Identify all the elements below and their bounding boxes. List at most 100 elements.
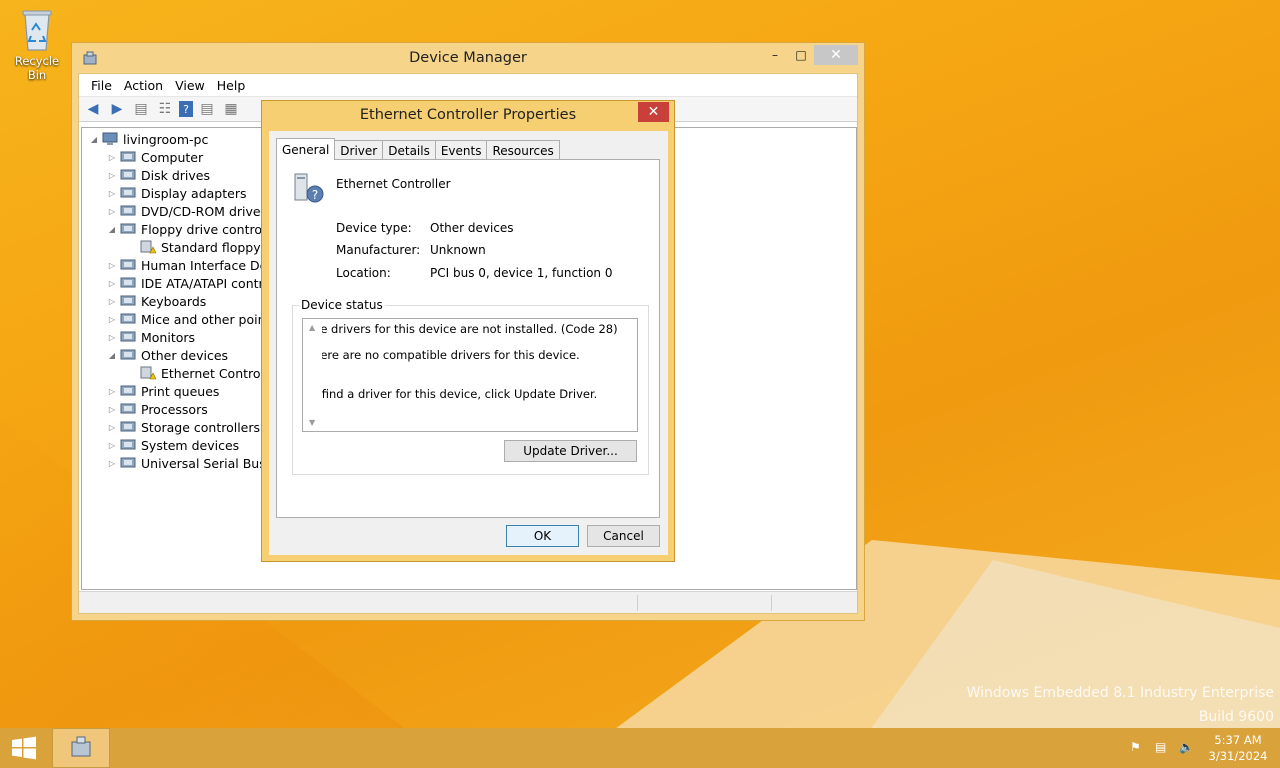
device-status-label: Device status <box>299 298 385 312</box>
recycle-bin-shortcut[interactable]: Recycle Bin <box>4 6 70 82</box>
show-hide-tree-icon[interactable]: ▤ <box>131 100 151 118</box>
edition-watermark: Windows Embedded 8.1 Industry Enterprise <box>966 685 1274 701</box>
manufacturer-label: Manufacturer: <box>336 243 421 257</box>
collapse-arrow-icon[interactable]: ◢ <box>106 351 118 360</box>
disk-drive-icon <box>120 169 136 180</box>
tree-item[interactable]: ▷ DVD/CD-ROM drives <box>106 202 267 220</box>
status-scrollbar[interactable]: ▲ ▼ <box>306 319 322 431</box>
unknown-device-icon: ? <box>294 173 324 203</box>
clock-date: 3/31/2024 <box>1208 749 1268 763</box>
expand-arrow-icon[interactable]: ▷ <box>106 333 118 342</box>
collapse-arrow-icon[interactable]: ◢ <box>88 135 100 144</box>
ok-button[interactable]: OK <box>506 525 579 547</box>
tree-item[interactable]: ▷ Human Interface Devic <box>106 256 285 274</box>
tree-item[interactable]: ▷ Computer <box>106 148 203 166</box>
menu-help[interactable]: Help <box>211 78 252 93</box>
expand-arrow-icon[interactable]: ▷ <box>106 459 118 468</box>
tree-item[interactable]: ▷ Disk drives <box>106 166 210 184</box>
tree-item[interactable]: ▷ Storage controllers <box>106 418 260 436</box>
build-watermark: Build 9600 <box>1198 709 1274 725</box>
tree-item[interactable]: ◢ Floppy drive controller <box>106 220 282 238</box>
device-type-value: Other devices <box>430 221 514 235</box>
status-line: To find a driver for this device, click … <box>306 387 598 401</box>
scan-hardware-icon[interactable]: ▦ <box>221 100 241 118</box>
maximize-button[interactable]: □ <box>788 45 814 65</box>
expand-arrow-icon[interactable]: ▷ <box>106 153 118 162</box>
expand-arrow-icon[interactable]: ▷ <box>106 171 118 180</box>
tree-item-label: Processors <box>141 401 208 417</box>
tree-item[interactable]: ▷ Processors <box>106 400 208 418</box>
scroll-down-icon[interactable]: ▼ <box>309 418 315 427</box>
tree-item[interactable]: ▷ Keyboards <box>106 292 206 310</box>
expand-arrow-icon[interactable]: ▷ <box>106 441 118 450</box>
help-icon[interactable]: ? <box>179 101 193 117</box>
tab-driver[interactable]: Driver <box>334 140 384 160</box>
manufacturer-value: Unknown <box>430 243 486 257</box>
update-driver-button[interactable]: Update Driver... <box>504 440 637 462</box>
tree-item[interactable]: ▷ Mice and other pointin <box>106 310 282 328</box>
action-center-flag-icon[interactable]: ⚑ <box>1130 740 1141 754</box>
computer-icon <box>102 132 118 145</box>
device-name: Ethernet Controller <box>336 177 451 191</box>
collapse-arrow-icon[interactable]: ◢ <box>106 225 118 234</box>
tree-root[interactable]: ◢ livingroom-pc <box>88 130 208 148</box>
menu-view[interactable]: View <box>169 78 211 93</box>
forward-arrow-icon[interactable]: ▶ <box>107 100 127 118</box>
device-manager-icon <box>71 736 91 757</box>
expand-arrow-icon[interactable]: ▷ <box>106 387 118 396</box>
view-icon[interactable]: ▤ <box>197 100 217 118</box>
scroll-up-icon[interactable]: ▲ <box>309 323 315 332</box>
minimize-button[interactable]: – <box>762 45 788 65</box>
expand-arrow-icon[interactable]: ▷ <box>106 297 118 306</box>
clock[interactable]: 5:37 AM 3/31/2024 <box>1202 732 1274 764</box>
cancel-button[interactable]: Cancel <box>587 525 660 547</box>
status-line: There are no compatible drivers for this… <box>306 348 580 362</box>
processor-icon <box>120 403 136 414</box>
system-devices-icon <box>120 439 136 450</box>
menu-action[interactable]: Action <box>118 78 169 93</box>
tree-item[interactable]: ◢ Other devices <box>106 346 228 364</box>
expand-arrow-icon[interactable]: ▷ <box>106 207 118 216</box>
dialog-close-button[interactable]: ✕ <box>638 102 669 122</box>
tree-root-label: livingroom-pc <box>123 131 209 147</box>
dvd-drive-icon <box>120 205 136 216</box>
tree-item-label: Monitors <box>141 329 196 345</box>
tab-general[interactable]: General <box>276 138 336 160</box>
expand-arrow-icon[interactable]: ▷ <box>106 279 118 288</box>
start-windows-icon[interactable] <box>10 736 38 760</box>
tab-details[interactable]: Details <box>382 140 436 160</box>
network-disconnected-icon[interactable]: ▤ <box>1155 740 1166 754</box>
expand-arrow-icon[interactable]: ▷ <box>106 261 118 270</box>
tree-item[interactable]: ▷ Print queues <box>106 382 219 400</box>
expand-arrow-icon[interactable]: ▷ <box>106 315 118 324</box>
tab-resources[interactable]: Resources <box>486 140 560 160</box>
tree-item[interactable]: ▷ IDE ATA/ATAPI contro <box>106 274 271 292</box>
properties-icon[interactable]: ☷ <box>155 100 175 118</box>
tree-item[interactable]: ▷ Monitors <box>106 328 195 346</box>
volume-muted-icon[interactable]: 🔈 <box>1179 740 1194 754</box>
clock-time: 5:37 AM <box>1214 733 1262 747</box>
device-status-group: Device status The drivers for this devic… <box>292 298 649 475</box>
tree-item[interactable]: Standard floppy dis <box>126 238 283 256</box>
status-separator <box>637 595 638 611</box>
back-arrow-icon[interactable]: ◀ <box>83 100 103 118</box>
monitor-icon <box>120 331 136 342</box>
tree-item[interactable]: ▷ Universal Serial Bus co <box>106 454 284 472</box>
tree-item-label: Other devices <box>141 347 229 363</box>
tree-item[interactable]: Ethernet Controller <box>126 364 280 382</box>
menu-file[interactable]: File <box>85 78 118 93</box>
device-status-textbox[interactable]: The drivers for this device are not inst… <box>302 318 638 432</box>
status-separator <box>771 595 772 611</box>
properties-dialog: Ethernet Controller Properties ✕ General… <box>261 100 675 562</box>
title-bar[interactable]: Device Manager – □ ✕ <box>72 43 864 73</box>
tree-item[interactable]: ▷ Display adapters <box>106 184 247 202</box>
ethernet-warning-icon <box>140 366 156 380</box>
taskbar-device-manager[interactable] <box>52 728 110 768</box>
close-button[interactable]: ✕ <box>814 45 858 65</box>
expand-arrow-icon[interactable]: ▷ <box>106 405 118 414</box>
expand-arrow-icon[interactable]: ▷ <box>106 189 118 198</box>
tree-item[interactable]: ▷ System devices <box>106 436 239 454</box>
expand-arrow-icon[interactable]: ▷ <box>106 423 118 432</box>
tab-events[interactable]: Events <box>434 140 488 160</box>
keyboard-icon <box>120 295 136 306</box>
